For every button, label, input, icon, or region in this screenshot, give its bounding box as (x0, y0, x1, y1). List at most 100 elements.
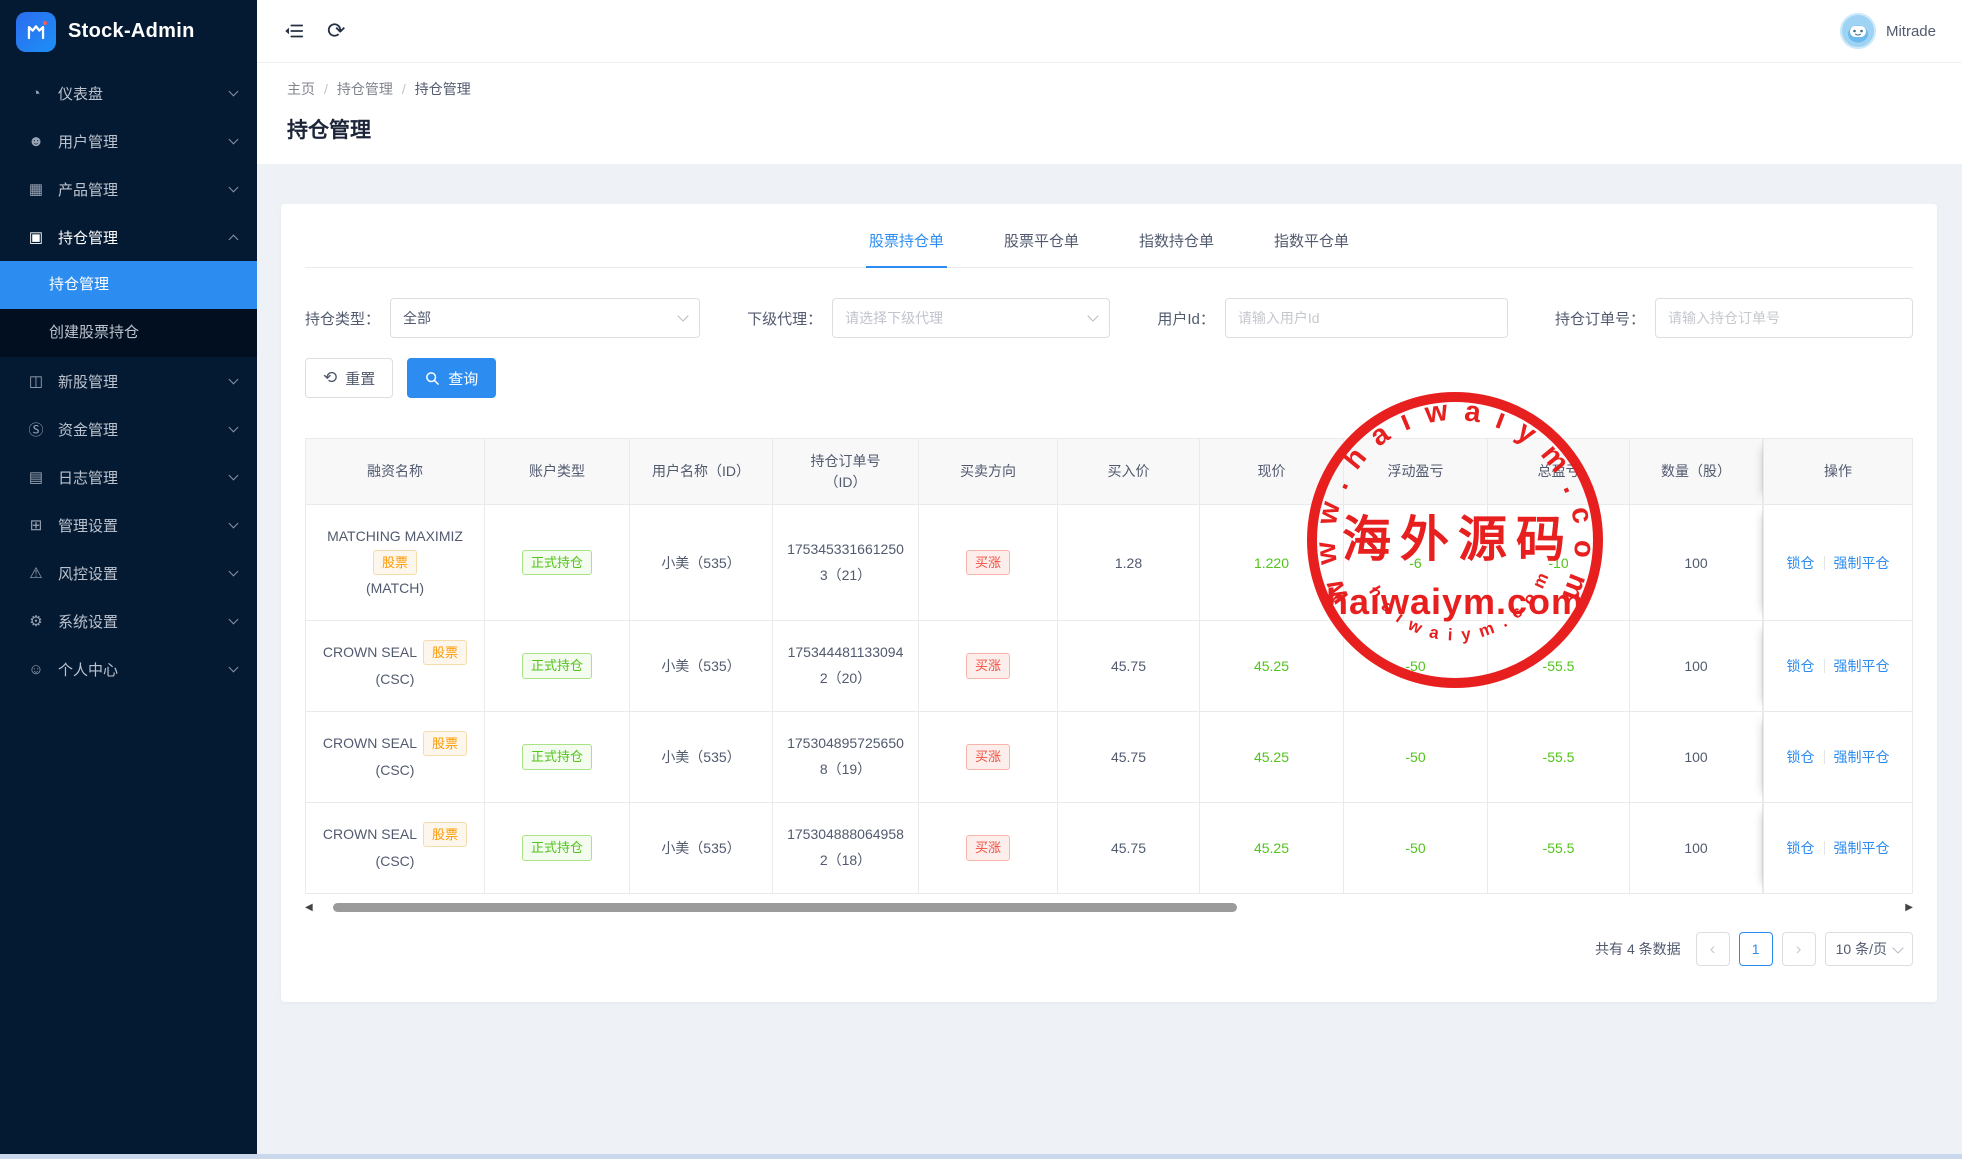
account-type-badge: 正式持仓 (522, 550, 592, 576)
sidebar-item[interactable]: ▦产品管理 (0, 165, 257, 213)
app-logo-row: Stock-Admin (0, 0, 257, 63)
topbar: ⟳ Mitrade (257, 0, 1962, 63)
breadcrumb-link[interactable]: 主页 (287, 79, 315, 99)
sidebar-item[interactable]: ⚙系统设置 (0, 597, 257, 645)
scrollbar-thumb[interactable] (333, 903, 1237, 912)
lock-position-link[interactable]: 锁仓 (1787, 838, 1815, 858)
account-type-badge: 正式持仓 (522, 744, 592, 770)
sidebar-item[interactable]: Ⓢ资金管理 (0, 405, 257, 453)
reset-button[interactable]: ⟲ 重置 (305, 358, 393, 398)
user-id-label: 用户Id： (1157, 308, 1215, 329)
sub-agent-label: 下级代理： (747, 308, 822, 329)
buy-price-cell: 45.75 (1058, 803, 1200, 893)
tab-股票平仓单[interactable]: 股票平仓单 (1001, 230, 1082, 267)
floating-pl-cell: -50 (1344, 621, 1488, 711)
user-id-input[interactable] (1225, 298, 1508, 338)
buy-price-cell: 45.75 (1058, 621, 1200, 711)
user-name-cell: 小美（535） (630, 505, 773, 620)
menu-fold-icon[interactable] (283, 20, 305, 42)
next-page-button[interactable]: › (1782, 932, 1816, 966)
prev-page-button[interactable]: ‹ (1696, 932, 1730, 966)
window-edge (0, 1154, 1962, 1159)
stock-code: (CSC) (376, 848, 415, 875)
column-header: 用户名称（ID） (630, 439, 773, 504)
query-button[interactable]: 查询 (407, 358, 496, 398)
column-header: 持仓订单号（ID） (773, 439, 919, 504)
breadcrumb-link[interactable]: 持仓管理 (337, 79, 393, 99)
stock-code: (MATCH) (366, 575, 424, 602)
tab-指数平仓单[interactable]: 指数平仓单 (1271, 230, 1352, 267)
actions-cell: 锁仓强制平仓 (1763, 621, 1912, 711)
table-body: MATCHING MAXIMIZ股票(MATCH)正式持仓小美（535）1753… (306, 504, 1912, 893)
page-size-select[interactable]: 10 条/页 (1825, 932, 1913, 966)
lock-position-link[interactable]: 锁仓 (1787, 553, 1815, 573)
users-icon: ☻ (26, 133, 46, 150)
account-type-cell: 正式持仓 (485, 712, 630, 802)
scroll-right-icon[interactable]: ▶ (1905, 903, 1913, 913)
sidebar-item-label: 用户管理 (58, 131, 230, 152)
user-menu[interactable]: Mitrade (1840, 13, 1936, 49)
risk-icon: ⚠ (26, 564, 46, 582)
page-number-button[interactable]: 1 (1739, 932, 1773, 966)
refresh-icon[interactable]: ⟳ (327, 20, 345, 42)
sidebar-item-label: 风控设置 (58, 563, 230, 584)
chevron-down-icon (229, 374, 239, 384)
column-label: 浮动盈亏 (1388, 461, 1444, 482)
main-area: ⟳ Mitrade 主页/持仓管理/持仓管理 持仓管理 股票持仓单股票平仓单指数… (257, 0, 1962, 1154)
sidebar-item[interactable]: ⊞管理设置 (0, 501, 257, 549)
app-logo-icon (16, 12, 56, 52)
sidebar-item[interactable]: ☺个人中心 (0, 645, 257, 693)
position-type-select[interactable]: 全部 (390, 298, 700, 338)
floating-pl-cell: -50 (1344, 712, 1488, 802)
column-header: 买入价 (1058, 439, 1200, 504)
stock-name-line: CROWN SEAL股票 (323, 639, 467, 666)
force-close-link[interactable]: 强制平仓 (1834, 838, 1890, 858)
scrollbar-track[interactable] (317, 901, 1902, 914)
actions-cell: 锁仓强制平仓 (1763, 712, 1912, 802)
tab-股票持仓单[interactable]: 股票持仓单 (866, 230, 947, 267)
scroll-left-icon[interactable]: ◀ (305, 903, 313, 913)
stock-name-line: CROWN SEAL股票 (323, 821, 467, 848)
current-price-cell: 45.25 (1200, 712, 1344, 802)
sidebar-subitem[interactable]: 持仓管理 (0, 261, 257, 309)
total-pl-cell: -55.5 (1488, 712, 1630, 802)
column-header: 融资名称 (306, 439, 485, 504)
column-label: 现价 (1258, 461, 1286, 482)
action-divider (1824, 556, 1825, 570)
stock-type-badge: 股票 (423, 731, 467, 757)
lock-position-link[interactable]: 锁仓 (1787, 656, 1815, 676)
column-label: （ID） (825, 472, 867, 493)
tab-指数持仓单[interactable]: 指数持仓单 (1136, 230, 1217, 267)
user-name-cell: 小美（535） (630, 803, 773, 893)
total-pl-cell: -55.5 (1488, 803, 1630, 893)
sub-agent-select[interactable]: 请选择下级代理 (832, 298, 1110, 338)
sidebar-item[interactable]: ☻ 用户管理 (0, 117, 257, 165)
chevron-down-icon (229, 422, 239, 432)
table-row: MATCHING MAXIMIZ股票(MATCH)正式持仓小美（535）1753… (306, 504, 1912, 620)
lock-position-link[interactable]: 锁仓 (1787, 747, 1815, 767)
force-close-link[interactable]: 强制平仓 (1834, 747, 1890, 767)
chevron-down-icon (229, 614, 239, 624)
column-header: 买卖方向 (919, 439, 1058, 504)
stock-type-badge: 股票 (373, 550, 417, 576)
page-header: 主页/持仓管理/持仓管理 持仓管理 (257, 63, 1962, 164)
filter-bar: 持仓类型： 全部 下级代理： 请选择下级代理 用户Id： (305, 298, 1913, 338)
sidebar-item[interactable]: ◔仪表盘 (0, 69, 257, 117)
user-name-cell: 小美（535） (630, 621, 773, 711)
force-close-link[interactable]: 强制平仓 (1834, 656, 1890, 676)
breadcrumb-separator: / (324, 81, 328, 97)
sidebar-item[interactable]: ⚠ 风控设置 (0, 549, 257, 597)
sidebar-subitem[interactable]: 创建股票持仓 (0, 309, 257, 357)
force-close-link[interactable]: 强制平仓 (1834, 553, 1890, 573)
sidebar-item-label: 个人中心 (58, 659, 230, 680)
account-type-badge: 正式持仓 (522, 835, 592, 861)
page-title: 持仓管理 (287, 114, 1932, 144)
order-no-input[interactable] (1655, 298, 1913, 338)
table-row: CROWN SEAL股票(CSC)正式持仓小美（535）175344481133… (306, 620, 1912, 711)
order-number: 1753048880649582（18） (785, 822, 906, 874)
chevron-up-icon (229, 234, 239, 244)
sidebar-item[interactable]: ▣持仓管理 (0, 213, 257, 261)
direction-cell: 买涨 (919, 803, 1058, 893)
sidebar-item[interactable]: ▤日志管理 (0, 453, 257, 501)
sidebar-item[interactable]: ◫新股管理 (0, 357, 257, 405)
